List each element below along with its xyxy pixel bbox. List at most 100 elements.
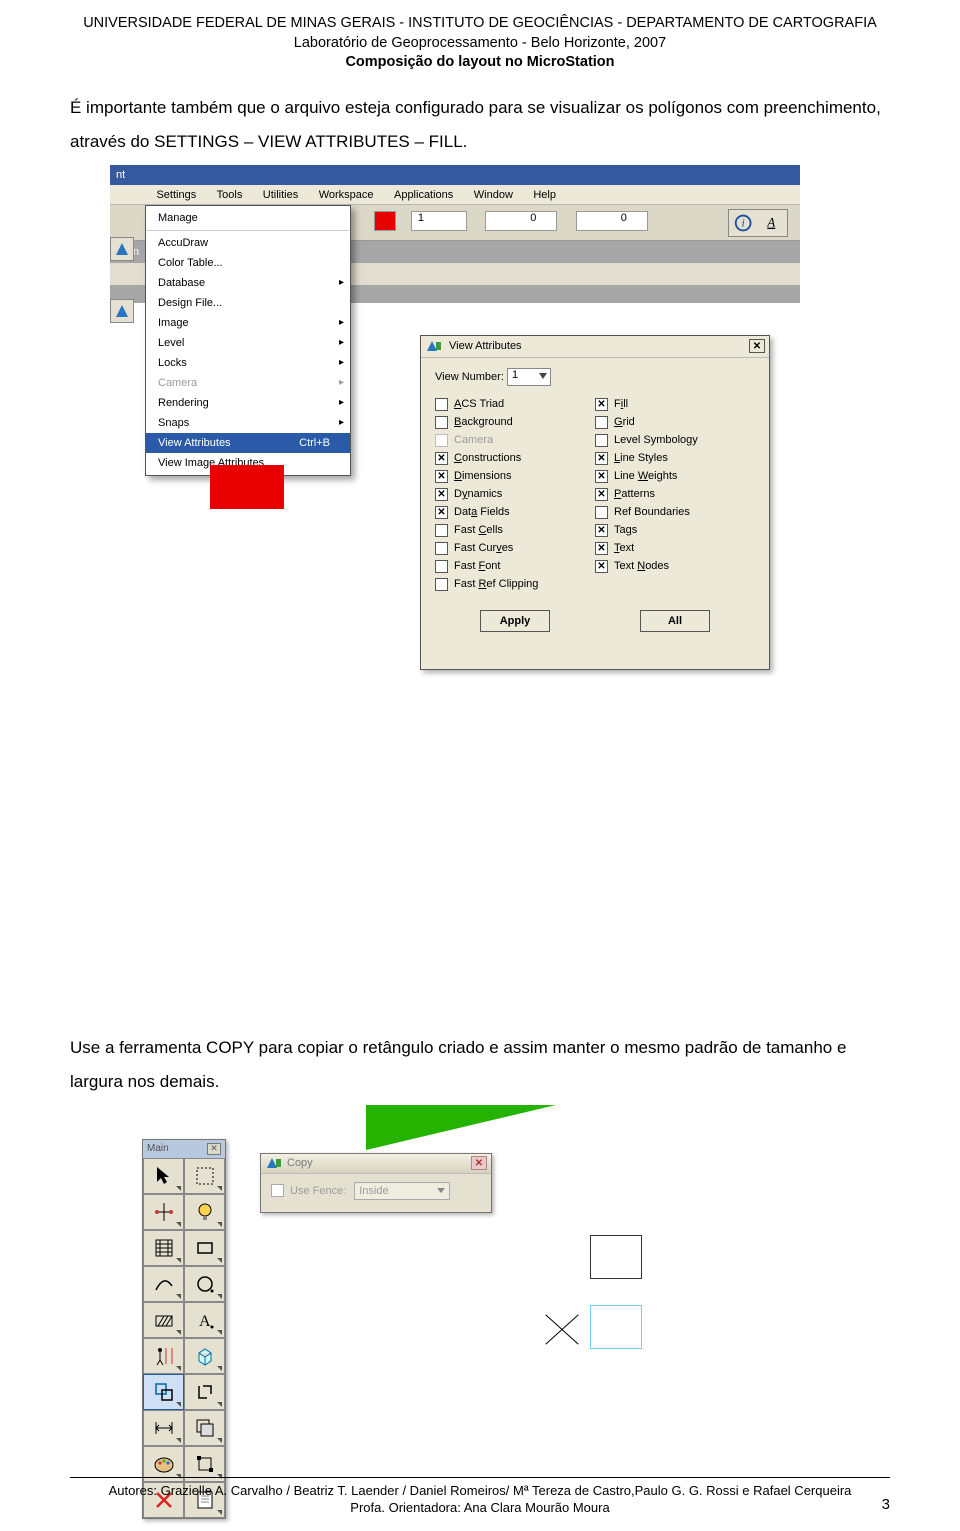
- app-logo-icon: [110, 299, 134, 323]
- chk-fast-font[interactable]: Fast Font: [435, 560, 595, 573]
- tool-copy-icon[interactable]: [143, 1374, 184, 1410]
- main-tool-palette[interactable]: Main ✕ A: [142, 1139, 226, 1519]
- dialog-icon: [265, 1155, 283, 1171]
- menu-camera: Camera▸: [146, 373, 350, 393]
- crosshair-icon: [540, 1309, 584, 1349]
- screenshot-settings-menu: nt Settings Tools Utilities Workspace Ap…: [110, 165, 800, 595]
- header-line2: Laboratório de Geoprocessamento - Belo H…: [70, 34, 890, 54]
- dialog-titlebar[interactable]: View Attributes ✕: [421, 336, 769, 358]
- chk-dynamics[interactable]: ✕Dynamics: [435, 488, 595, 501]
- chk-data-fields[interactable]: ✕Data Fields: [435, 506, 595, 519]
- tool-pointer-icon[interactable]: [143, 1158, 184, 1194]
- element-info-button[interactable]: i A: [728, 209, 788, 237]
- chk-level-symbology[interactable]: Level Symbology: [595, 434, 755, 447]
- chk-fast-curves[interactable]: Fast Curves: [435, 542, 595, 555]
- chk-patterns[interactable]: ✕Patterns: [595, 488, 755, 501]
- chevron-down-icon: [437, 1188, 445, 1193]
- dialog-icon: [425, 338, 443, 354]
- settings-dropdown: Manage AccuDraw Color Table... Database▸…: [145, 205, 351, 476]
- tool-pattern-icon[interactable]: [143, 1302, 184, 1338]
- svg-text:A: A: [766, 214, 775, 229]
- fence-mode-select[interactable]: Inside: [354, 1182, 450, 1200]
- chk-ref-boundaries[interactable]: Ref Boundaries: [595, 506, 755, 519]
- tool-cube-icon[interactable]: [184, 1338, 225, 1374]
- apply-button[interactable]: Apply: [480, 610, 550, 632]
- example-square-copy: [590, 1305, 642, 1349]
- menu-locks[interactable]: Locks▸: [146, 353, 350, 373]
- tool-bracket-shape-icon[interactable]: [184, 1374, 225, 1410]
- example-square-source: [590, 1235, 642, 1279]
- menu-level[interactable]: Level▸: [146, 333, 350, 353]
- view-attributes-dialog: View Attributes ✕ View Number: 1 ACS Tri…: [420, 335, 770, 670]
- tool-measure-person-icon[interactable]: [143, 1338, 184, 1374]
- menu-database[interactable]: Database▸: [146, 273, 350, 293]
- menu-accudraw[interactable]: AccuDraw: [146, 233, 350, 253]
- page-footer: Autores: Grazielle A. Carvalho / Beatriz…: [70, 1477, 890, 1517]
- lineweight-field[interactable]: 0: [576, 211, 648, 231]
- menu-design-file[interactable]: Design File...: [146, 293, 350, 313]
- titlebar-fragment: nt: [110, 165, 131, 185]
- chk-constructions[interactable]: ✕Constructions: [435, 452, 595, 465]
- chk-fast-cells[interactable]: Fast Cells: [435, 524, 595, 537]
- tool-circle-icon[interactable]: [184, 1266, 225, 1302]
- menu-image[interactable]: Image▸: [146, 313, 350, 333]
- chk-line-weights[interactable]: ✕Line Weights: [595, 470, 755, 483]
- menubar-settings[interactable]: Settings: [148, 185, 204, 204]
- chk-text[interactable]: ✕Text: [595, 542, 755, 555]
- footer-authors: Autores: Grazielle A. Carvalho / Beatriz…: [109, 1483, 852, 1498]
- copy-dialog-titlebar[interactable]: Copy ✕: [261, 1154, 491, 1174]
- close-icon[interactable]: ✕: [207, 1143, 221, 1155]
- chk-tags[interactable]: ✕Tags: [595, 524, 755, 537]
- close-icon[interactable]: ✕: [749, 339, 765, 353]
- tool-curve-icon[interactable]: [143, 1266, 184, 1302]
- menubar-help[interactable]: Help: [525, 185, 564, 204]
- menubar-utilities[interactable]: Utilities: [255, 185, 306, 204]
- color-swatch-red[interactable]: [374, 211, 396, 231]
- view-number-select[interactable]: 1: [507, 368, 551, 386]
- chk-dimensions[interactable]: ✕Dimensions: [435, 470, 595, 483]
- use-fence-label: Use Fence:: [290, 1185, 346, 1197]
- menu-snaps[interactable]: Snaps▸: [146, 413, 350, 433]
- menu-manage[interactable]: Manage: [146, 208, 350, 228]
- checkbox-column-left: ACS Triad Background Camera ✕Constructio…: [435, 398, 595, 596]
- tool-hatch-icon[interactable]: [143, 1230, 184, 1266]
- footer-advisor: Profa. Orientadora: Ana Clara Mourão Mou…: [350, 1500, 609, 1515]
- linestyle-field[interactable]: 0: [485, 211, 557, 231]
- chk-grid[interactable]: Grid: [595, 416, 755, 429]
- menu-rendering[interactable]: Rendering▸: [146, 393, 350, 413]
- app-logo-icon: [110, 237, 134, 261]
- dialog-title: View Attributes: [449, 340, 749, 352]
- tool-dimension-icon[interactable]: [143, 1410, 184, 1446]
- header-line1: UNIVERSIDADE FEDERAL DE MINAS GERAIS - I…: [70, 14, 890, 34]
- menu-view-attributes[interactable]: View AttributesCtrl+B: [146, 433, 350, 453]
- chk-fill[interactable]: ✕Fill: [595, 398, 755, 411]
- all-button[interactable]: All: [640, 610, 710, 632]
- use-fence-checkbox[interactable]: [271, 1184, 284, 1197]
- tool-rectangle-icon[interactable]: [184, 1230, 225, 1266]
- menubar-applications[interactable]: Applications: [386, 185, 461, 204]
- chk-line-styles[interactable]: ✕Line Styles: [595, 452, 755, 465]
- close-icon[interactable]: ✕: [471, 1156, 487, 1170]
- chk-acs-triad[interactable]: ACS Triad: [435, 398, 595, 411]
- tool-selection-marquee-icon[interactable]: [184, 1158, 225, 1194]
- chk-fast-ref-clipping[interactable]: Fast Ref Clipping: [435, 578, 595, 591]
- tool-snap-plus-icon[interactable]: [143, 1194, 184, 1230]
- menu-color-table[interactable]: Color Table...: [146, 253, 350, 273]
- tool-text-icon[interactable]: A: [184, 1302, 225, 1338]
- menubar-tools[interactable]: Tools: [209, 185, 251, 204]
- palette-titlebar[interactable]: Main ✕: [143, 1140, 225, 1158]
- menubar-workspace[interactable]: Workspace: [311, 185, 382, 204]
- tool-lightbulb-icon[interactable]: [184, 1194, 225, 1230]
- paragraph-1: É importante também que o arquivo esteja…: [70, 91, 890, 159]
- tool-overlap-squares-icon[interactable]: [184, 1410, 225, 1446]
- screenshot-copy-tool: Main ✕ A Copy: [110, 1105, 800, 1455]
- chk-background[interactable]: Background: [435, 416, 595, 429]
- page-number: 3: [882, 1496, 890, 1513]
- level-field[interactable]: 1: [411, 211, 467, 231]
- chk-camera: Camera: [435, 434, 595, 447]
- header-line3: Composição do layout no MicroStation: [70, 53, 890, 73]
- green-shape: [366, 1105, 556, 1150]
- menubar-window[interactable]: Window: [466, 185, 521, 204]
- chk-text-nodes[interactable]: ✕Text Nodes: [595, 560, 755, 573]
- copy-tool-dialog: Copy ✕ Use Fence: Inside: [260, 1153, 492, 1213]
